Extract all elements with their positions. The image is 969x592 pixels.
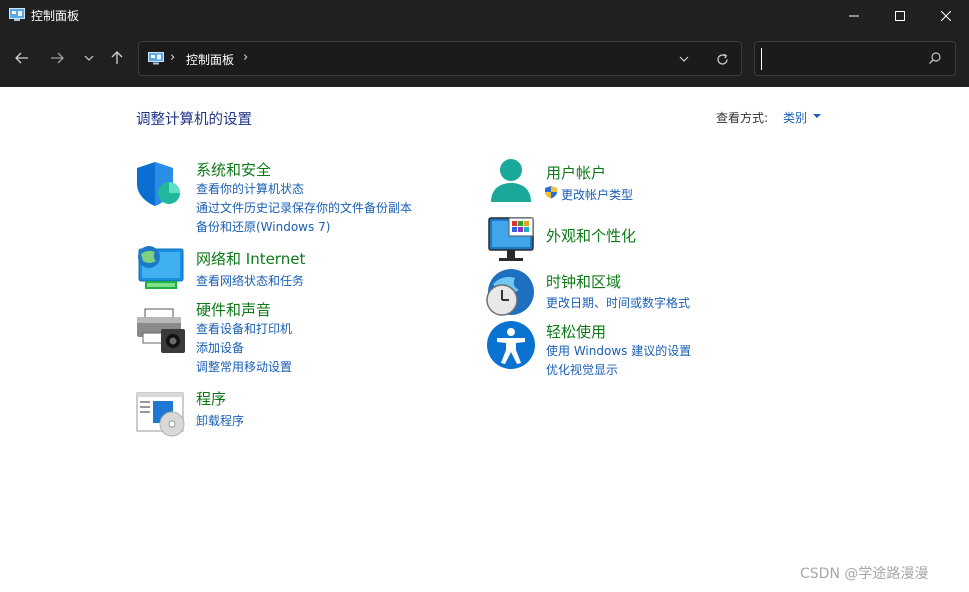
programs-icon[interactable]: [135, 389, 187, 439]
search-icon: [929, 52, 941, 64]
link-file-history-backup[interactable]: 通过文件历史记录保存你的文件备份副本: [196, 199, 412, 216]
search-input[interactable]: [761, 48, 921, 70]
category-user-accounts[interactable]: 用户帐户: [546, 162, 606, 183]
maximize-icon: [895, 10, 905, 21]
category-ease-of-access[interactable]: 轻松使用: [546, 321, 606, 342]
up-arrow-icon: [111, 51, 123, 64]
forward-arrow-icon: [51, 52, 64, 64]
refresh-button[interactable]: [712, 50, 732, 68]
category-network-internet[interactable]: 网络和 Internet: [196, 248, 305, 269]
category-clock-region[interactable]: 时钟和区域: [546, 271, 621, 292]
view-by-label: 查看方式:: [716, 111, 769, 125]
system-security-shield-icon[interactable]: [135, 158, 187, 208]
ease-of-access-icon[interactable]: [485, 320, 537, 370]
user-accounts-icon[interactable]: [485, 158, 537, 208]
category-programs[interactable]: 程序: [196, 388, 226, 409]
breadcrumb-separator-icon[interactable]: ›: [170, 50, 175, 65]
link-mobility-settings[interactable]: 调整常用移动设置: [196, 358, 292, 375]
view-by-arrow-icon[interactable]: [813, 114, 821, 118]
category-hardware-sound[interactable]: 硬件和声音: [196, 299, 271, 320]
hardware-printer-icon[interactable]: [135, 305, 187, 355]
page-title: 调整计算机的设置: [136, 112, 252, 128]
address-history-dropdown[interactable]: [675, 51, 693, 67]
close-button[interactable]: [923, 0, 969, 31]
link-optimize-visual-display[interactable]: 优化视觉显示: [546, 361, 618, 378]
maximize-button[interactable]: [877, 0, 923, 31]
search-box[interactable]: [754, 41, 956, 76]
up-button[interactable]: [104, 45, 130, 71]
appearance-personalization-icon[interactable]: [485, 216, 537, 266]
control-panel-content: 调整计算机的设置 查看方式: 类别 系统和安全 查看你的计算机状态 通过文件历史…: [0, 87, 969, 592]
recent-locations-button[interactable]: [76, 45, 102, 71]
address-bar[interactable]: › 控制面板 ›: [138, 41, 742, 76]
link-network-status[interactable]: 查看网络状态和任务: [196, 272, 304, 289]
link-windows-suggested-settings[interactable]: 使用 Windows 建议的设置: [546, 342, 691, 359]
view-by-dropdown[interactable]: 类别: [783, 109, 807, 126]
breadcrumb-control-panel[interactable]: 控制面板: [186, 51, 234, 68]
control-panel-icon: [148, 52, 164, 65]
forward-button[interactable]: [44, 45, 70, 71]
chevron-down-icon: [679, 56, 689, 62]
refresh-icon: [716, 53, 728, 65]
link-devices-printers[interactable]: 查看设备和打印机: [196, 320, 292, 337]
back-button[interactable]: [9, 45, 35, 71]
control-panel-icon: [9, 8, 25, 21]
chevron-down-icon: [84, 55, 94, 61]
clock-region-icon[interactable]: [485, 268, 537, 318]
back-arrow-icon: [15, 52, 28, 64]
breadcrumb-separator-icon[interactable]: ›: [243, 50, 248, 65]
link-change-date-time-format[interactable]: 更改日期、时间或数字格式: [546, 294, 690, 311]
link-backup-restore-win7[interactable]: 备份和还原(Windows 7): [196, 218, 330, 235]
title-bar: 控制面板: [0, 0, 969, 31]
category-appearance-personalization[interactable]: 外观和个性化: [546, 225, 636, 246]
category-system-security[interactable]: 系统和安全: [196, 159, 271, 180]
link-add-device[interactable]: 添加设备: [196, 339, 244, 356]
link-view-computer-status[interactable]: 查看你的计算机状态: [196, 180, 304, 197]
link-uninstall-program[interactable]: 卸载程序: [196, 412, 244, 429]
minimize-button[interactable]: [831, 0, 877, 31]
navigation-bar: › 控制面板 ›: [0, 31, 969, 87]
close-icon: [941, 10, 951, 21]
uac-shield-icon: [545, 186, 557, 199]
window-title: 控制面板: [31, 9, 80, 23]
link-change-account-type[interactable]: 更改帐户类型: [561, 186, 633, 203]
network-globe-icon[interactable]: [135, 243, 187, 293]
minimize-icon: [849, 15, 859, 16]
watermark: CSDN @学途路漫漫: [800, 566, 929, 582]
